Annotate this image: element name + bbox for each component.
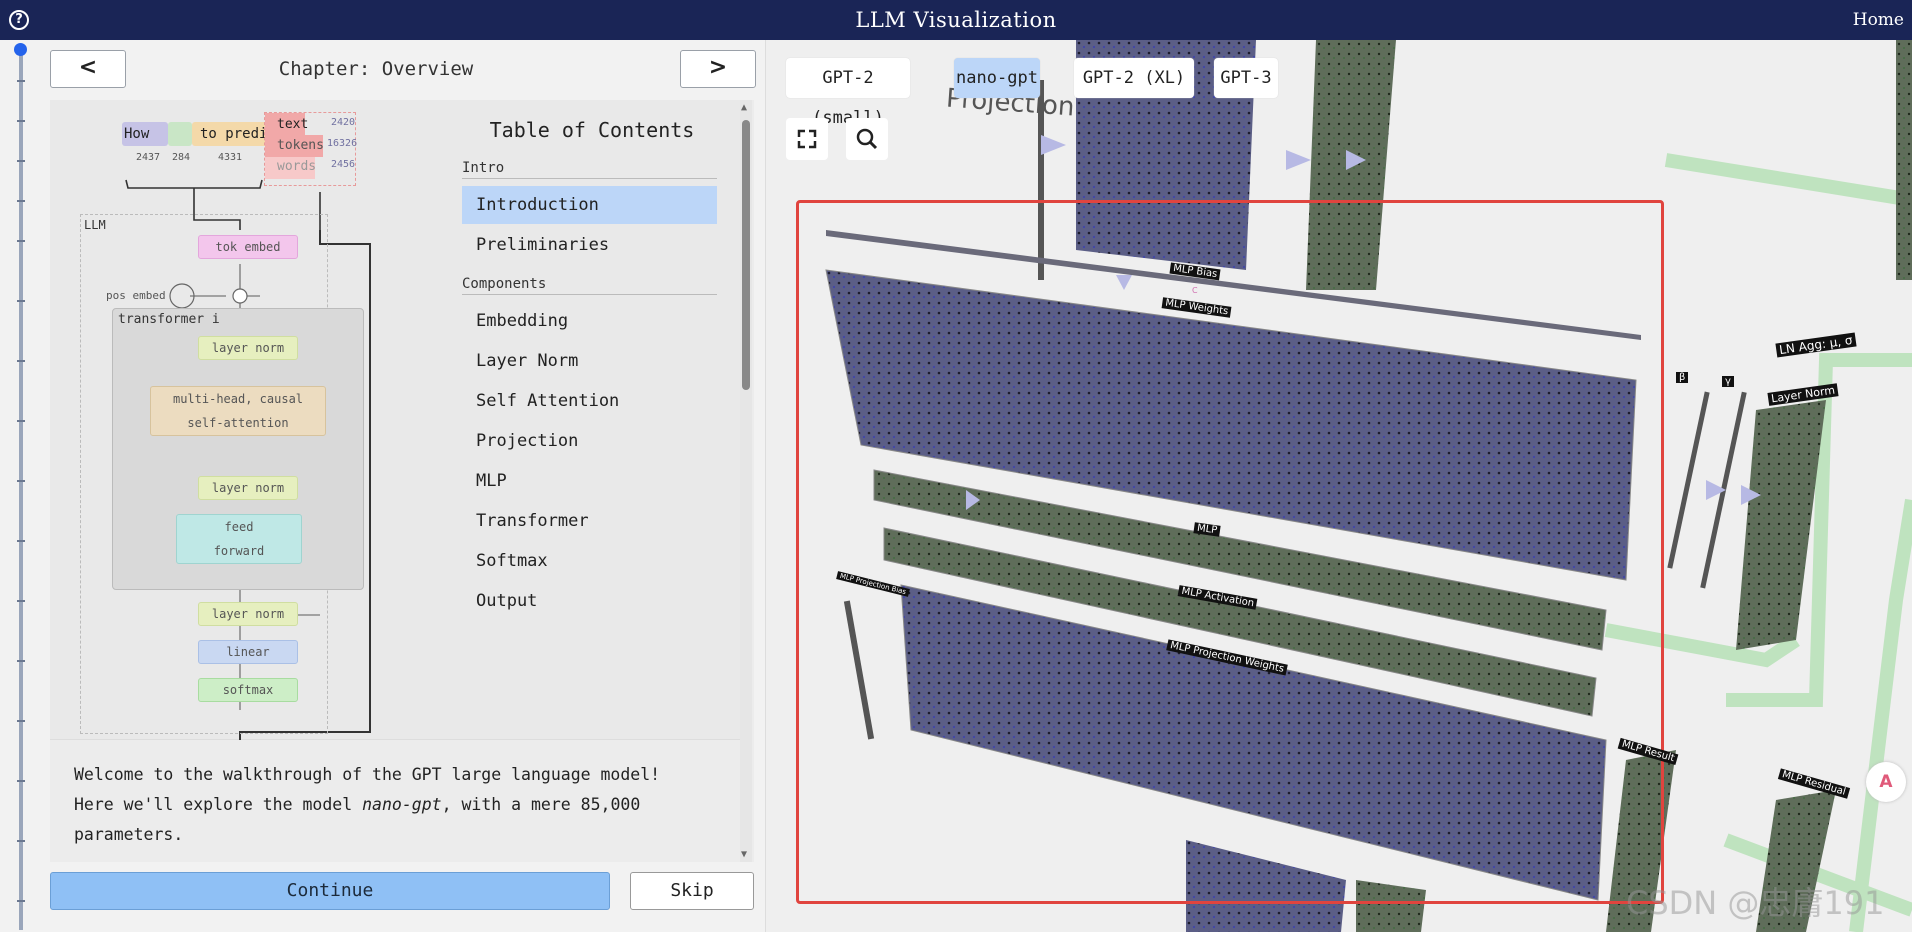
token-word: to predict	[192, 122, 284, 146]
toc-section-intro: Intro	[462, 160, 717, 179]
prev-chapter-button[interactable]: <	[50, 50, 126, 88]
progress-tick[interactable]	[17, 720, 25, 722]
token-legend: text tokens words 2420 16326 2456	[264, 112, 358, 186]
transformer-label: transformer i	[118, 312, 220, 327]
toc-item-layer-norm[interactable]: Layer Norm	[462, 342, 717, 380]
watermark: CSDN @忠庸191	[1626, 884, 1885, 922]
llm-label: LLM	[84, 218, 106, 232]
fullscreen-button[interactable]	[786, 118, 828, 160]
progress-tick[interactable]	[17, 900, 25, 902]
toc-item-introduction[interactable]: Introduction	[462, 186, 717, 224]
home-link[interactable]: Home	[1853, 10, 1904, 30]
continue-button[interactable]: Continue	[50, 872, 610, 910]
layer-norm-block[interactable]: layer norm	[198, 602, 298, 626]
progress-tick[interactable]	[17, 300, 25, 302]
translate-icon[interactable]: A	[1866, 762, 1906, 802]
pos-embed-label: pos embed	[106, 289, 166, 302]
softmax-block[interactable]: softmax	[198, 678, 298, 702]
progress-tick[interactable]	[17, 480, 25, 482]
legend-label: text	[277, 117, 309, 132]
search-icon	[856, 128, 878, 150]
model-name: nano-gpt	[362, 795, 442, 814]
toc-item-softmax[interactable]: Softmax	[462, 542, 717, 580]
token-word: How	[122, 122, 168, 146]
token-word	[168, 122, 192, 146]
linear-block[interactable]: linear	[198, 640, 298, 664]
progress-tick[interactable]	[17, 120, 25, 122]
progress-tick[interactable]	[17, 200, 25, 202]
progress-tick[interactable]	[17, 840, 25, 842]
model-button-gpt3[interactable]: GPT-3	[1214, 58, 1278, 98]
skip-button[interactable]: Skip	[630, 872, 754, 910]
highlight-box	[796, 200, 1664, 904]
description-text: Here we'll explore the model	[74, 795, 363, 814]
chapter-content: How to predict 2437 284 4331 text tokens…	[50, 100, 754, 862]
beta-tag: β	[1676, 372, 1689, 383]
attention-line: self-attention	[187, 416, 289, 430]
progress-tick[interactable]	[17, 360, 25, 362]
self-attention-block[interactable]: multi-head, causal self-attention	[150, 386, 326, 436]
legend-value: 2420	[331, 117, 356, 128]
legend-value: 2456	[331, 159, 356, 170]
walkthrough-panel: < Chapter: Overview > How to predict 243…	[36, 40, 766, 932]
progress-tick[interactable]	[17, 80, 25, 82]
legend-value: 16326	[327, 138, 358, 149]
next-chapter-button[interactable]: >	[680, 50, 756, 88]
description-text: , with a mere 85,000	[441, 795, 641, 814]
gamma-tag: γ	[1722, 376, 1734, 387]
progress-tick[interactable]	[17, 660, 25, 662]
toc-title: Table of Contents	[489, 118, 695, 142]
attention-line: multi-head, causal	[172, 392, 304, 406]
progress-tick[interactable]	[17, 540, 25, 542]
toc-item-mlp[interactable]: MLP	[462, 462, 717, 500]
layer-norm-block[interactable]: layer norm	[198, 476, 298, 500]
app-title: LLM Visualization	[855, 8, 1057, 32]
toc-item-transformer[interactable]: Transformer	[462, 502, 717, 540]
token-id: 284	[172, 152, 191, 163]
legend-label: tokens	[277, 138, 324, 153]
toc-item-embedding[interactable]: Embedding	[462, 302, 717, 340]
model-button-nano-gpt[interactable]: nano-gpt	[954, 58, 1040, 98]
scroll-up-icon[interactable]: ▲	[741, 102, 747, 113]
progress-tick[interactable]	[17, 160, 25, 162]
toc-item-projection[interactable]: Projection	[462, 422, 717, 460]
toc-section-components: Components	[462, 276, 717, 295]
scroll-thumb[interactable]	[742, 120, 750, 390]
feed-forward-block[interactable]: feed forward	[176, 514, 302, 564]
layer-norm-block[interactable]: layer norm	[198, 336, 298, 360]
feed-line: feed	[224, 520, 254, 534]
progress-tick[interactable]	[17, 780, 25, 782]
model-visualization[interactable]: Projection C GPT-2 (small) nano-gpt GPT-…	[766, 40, 1912, 932]
progress-track	[19, 50, 23, 930]
top-bar: ? LLM Visualization Home	[0, 0, 1912, 40]
token-id: 4331	[218, 152, 243, 163]
token-id: 2437	[136, 152, 161, 163]
search-button[interactable]	[846, 118, 888, 160]
toc-item-output[interactable]: Output	[462, 582, 717, 620]
legend-label: words	[277, 159, 317, 174]
tok-embed-block[interactable]: tok embed	[198, 235, 298, 259]
description-line: Welcome to the walkthrough of the GPT la…	[74, 765, 661, 784]
progress-marker[interactable]	[14, 43, 27, 56]
chapter-description: Welcome to the walkthrough of the GPT la…	[74, 760, 714, 850]
feed-line: forward	[213, 544, 265, 558]
toc-item-preliminaries[interactable]: Preliminaries	[462, 226, 717, 264]
model-button-gpt2-xl[interactable]: GPT-2 (XL)	[1074, 58, 1194, 98]
description-line: parameters.	[74, 825, 184, 844]
progress-tick[interactable]	[17, 420, 25, 422]
content-scrollbar[interactable]: ▲ ▼	[740, 100, 752, 862]
progress-tick[interactable]	[17, 240, 25, 242]
chapter-title: Chapter: Overview	[278, 58, 474, 80]
scroll-down-icon[interactable]: ▼	[741, 849, 747, 860]
progress-rail[interactable]	[0, 40, 36, 932]
model-button-gpt2-small[interactable]: GPT-2 (small)	[786, 58, 910, 128]
fullscreen-icon	[797, 129, 817, 149]
toc-item-self-attention[interactable]: Self Attention	[462, 382, 717, 420]
progress-tick[interactable]	[17, 600, 25, 602]
architecture-diagram: How to predict 2437 284 4331 text tokens…	[50, 100, 750, 740]
